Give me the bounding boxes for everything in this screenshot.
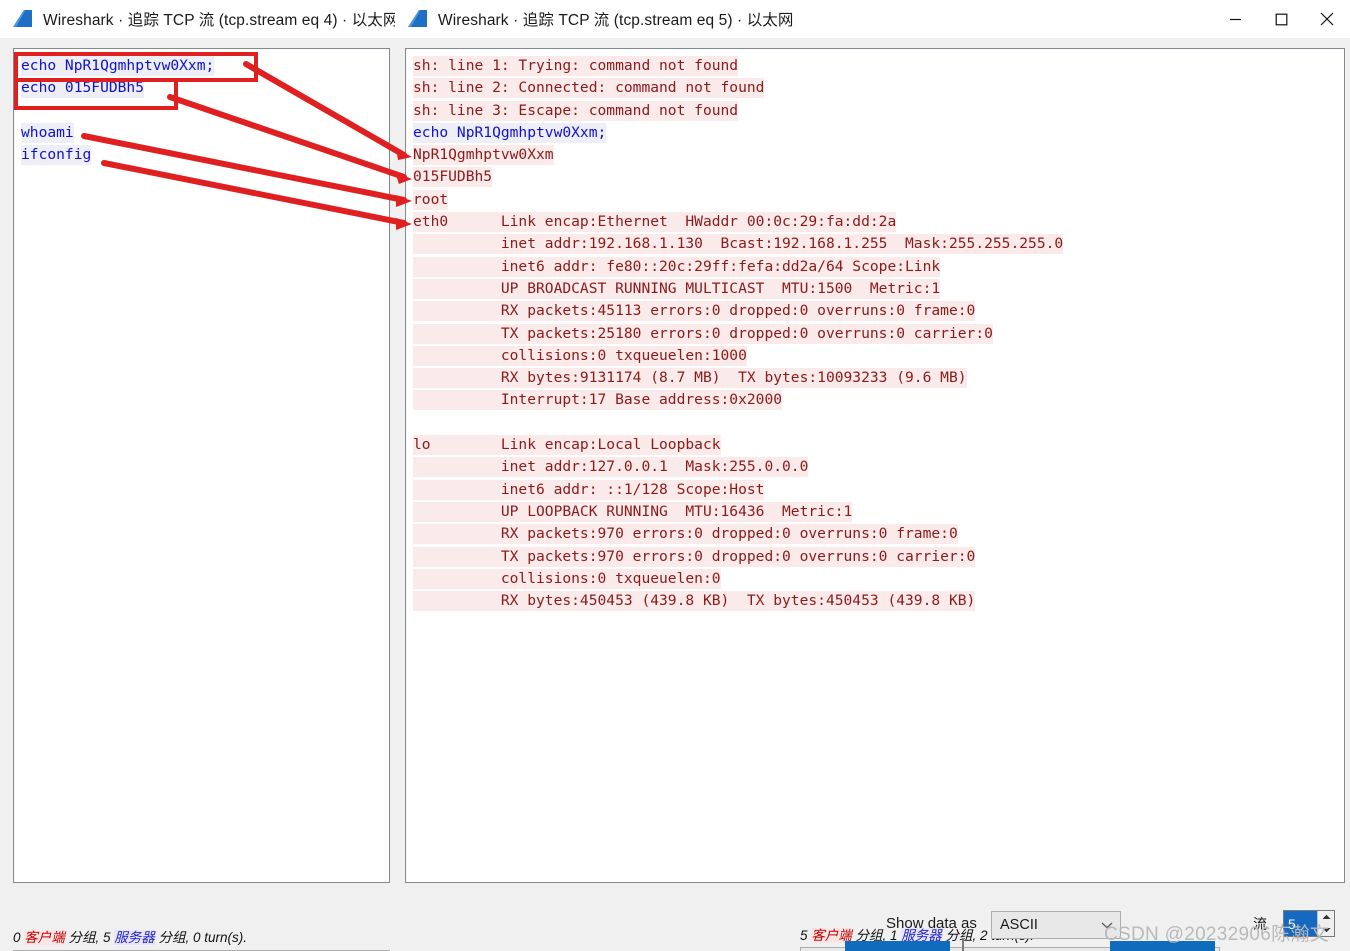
- titlebar-left[interactable]: Wireshark · 追踪 TCP 流 (tcp.stream eq 4) ·…: [0, 0, 398, 38]
- maximize-button[interactable]: [1258, 0, 1304, 38]
- stream-pane-left: echo NpR1Qgmhptvw0Xxm; echo 015FUDBh5 who…: [0, 38, 395, 951]
- stream-line: Interrupt:17 Base address:0x2000: [413, 389, 1344, 411]
- stream-line-server: UP BROADCAST RUNNING MULTICAST MTU:1500 …: [413, 278, 941, 299]
- stream-line: lo Link encap:Local Loopback: [413, 434, 1344, 456]
- stream-line-client: echo 015FUDBh5: [21, 78, 145, 99]
- wireshark-dual-window: Wireshark · 追踪 TCP 流 (tcp.stream eq 4) ·…: [0, 0, 1350, 951]
- stream-line-server: eth0 Link encap:Ethernet HWaddr 00:0c:29…: [413, 212, 897, 233]
- stream-line: whoami: [21, 122, 389, 144]
- stream-line-server: collisions:0 txqueuelen:1000: [413, 345, 747, 366]
- stream-line: inet6 addr: fe80::20c:29ff:fefa:dd2a/64 …: [413, 256, 1344, 278]
- stream-line: collisions:0 txqueuelen:1000: [413, 345, 1344, 367]
- stream-text-area-left[interactable]: echo NpR1Qgmhptvw0Xxm; echo 015FUDBh5 who…: [13, 48, 390, 883]
- encoding-select[interactable]: ASCII: [991, 911, 1121, 939]
- stream-line-server: TX packets:25180 errors:0 dropped:0 over…: [413, 323, 993, 344]
- stream-content-left: echo NpR1Qgmhptvw0Xxm; echo 015FUDBh5 who…: [14, 49, 389, 166]
- stream-line-server: collisions:0 txqueuelen:0: [413, 568, 721, 589]
- stream-line: eth0 Link encap:Ethernet HWaddr 00:0c:29…: [413, 211, 1344, 233]
- stream-content-right: sh: line 1: Trying: command not found sh:…: [406, 49, 1344, 612]
- stream-line-client: ifconfig: [21, 145, 92, 166]
- minimize-button[interactable]: [1212, 0, 1258, 38]
- stream-line-server: inet addr:192.168.1.130 Bcast:192.168.1.…: [413, 234, 1064, 255]
- stream-line: 015FUDBh5: [413, 166, 1344, 188]
- stream-line: UP BROADCAST RUNNING MULTICAST MTU:1500 …: [413, 278, 1344, 300]
- stream-line-server: RX bytes:9131174 (8.7 MB) TX bytes:10093…: [413, 368, 967, 389]
- packet-summary-left: 0 客户端 分组, 5 服务器 分组, 0 turn(s).: [13, 926, 247, 946]
- wireshark-logo-icon: [408, 10, 427, 27]
- titlebar-right-title: Wireshark · 追踪 TCP 流 (tcp.stream eq 5) ·…: [438, 12, 794, 29]
- stream-line-server: RX bytes:450453 (439.8 KB) TX bytes:4504…: [413, 591, 976, 612]
- stream-line-server: sh: line 1: Trying: command not found: [413, 56, 739, 76]
- dialog-button-primary-partial[interactable]: [845, 941, 950, 951]
- stream-line-server: NpR1Qgmhptvw0Xxm: [413, 145, 554, 166]
- stream-line: inet addr:127.0.0.1 Mask:255.0.0.0: [413, 456, 1344, 478]
- stream-line: [413, 412, 1344, 434]
- stream-line: ifconfig: [21, 144, 389, 166]
- stream-line-server: RX packets:45113 errors:0 dropped:0 over…: [413, 301, 976, 322]
- stream-line: sh: line 2: Connected: command not found: [413, 77, 1344, 99]
- stream-line-server: inet addr:127.0.0.1 Mask:255.0.0.0: [413, 457, 809, 478]
- stream-line: inet6 addr: ::1/128 Scope:Host: [413, 479, 1344, 501]
- stream-line: RX bytes:450453 (439.8 KB) TX bytes:4504…: [413, 590, 1344, 612]
- stream-line: UP LOOPBACK RUNNING MTU:16436 Metric:1: [413, 501, 1344, 523]
- stream-line: echo NpR1Qgmhptvw0Xxm;: [413, 122, 1344, 144]
- stream-line: echo NpR1Qgmhptvw0Xxm;: [21, 55, 389, 77]
- stream-line: sh: line 1: Trying: command not found: [413, 55, 1344, 77]
- stream-line: inet addr:192.168.1.130 Bcast:192.168.1.…: [413, 233, 1344, 255]
- stream-line: RX packets:45113 errors:0 dropped:0 over…: [413, 300, 1344, 322]
- summary-suffix: 分组, 0 turn(s).: [154, 930, 248, 945]
- summary-client-count: 5: [800, 928, 812, 943]
- stream-line: RX bytes:9131174 (8.7 MB) TX bytes:10093…: [413, 367, 1344, 389]
- stream-line-server: sh: line 3: Escape: command not found: [413, 100, 739, 121]
- stream-text-area-right[interactable]: sh: line 1: Trying: command not found sh:…: [405, 48, 1345, 883]
- titlebar-right[interactable]: Wireshark · 追踪 TCP 流 (tcp.stream eq 5) ·…: [395, 0, 1350, 38]
- stream-line-server: 015FUDBh5: [413, 167, 493, 188]
- window-controls: [1212, 0, 1350, 38]
- stream-line: echo 015FUDBh5: [21, 77, 389, 99]
- stream-line-server: TX packets:970 errors:0 dropped:0 overru…: [413, 546, 976, 567]
- stream-line-server: sh: line 2: Connected: command not found: [413, 78, 765, 99]
- encoding-select-value: ASCII: [1000, 917, 1038, 933]
- stream-line-server: root: [413, 189, 449, 210]
- stream-line-client: echo NpR1Qgmhptvw0Xxm;: [413, 122, 607, 143]
- stream-line-client: echo NpR1Qgmhptvw0Xxm;: [21, 56, 215, 76]
- stream-pane-right: sh: line 1: Trying: command not found sh:…: [395, 38, 1350, 951]
- close-icon: [1320, 12, 1334, 26]
- show-data-as-label: Show data as: [886, 915, 977, 932]
- stream-line-server: lo Link encap:Local Loopback: [413, 435, 721, 456]
- stream-line: collisions:0 txqueuelen:0: [413, 568, 1344, 590]
- stream-line: TX packets:25180 errors:0 dropped:0 over…: [413, 323, 1344, 345]
- stream-line: root: [413, 189, 1344, 211]
- stream-line: NpR1Qgmhptvw0Xxm: [413, 144, 1344, 166]
- maximize-icon: [1275, 13, 1287, 25]
- stream-line-client: whoami: [21, 122, 74, 143]
- summary-server-label: 服务器: [114, 930, 155, 945]
- stream-line-server: inet6 addr: fe80::20c:29ff:fefa:dd2a/64 …: [413, 256, 941, 277]
- stream-line: TX packets:970 errors:0 dropped:0 overru…: [413, 546, 1344, 568]
- stream-line: [21, 100, 389, 122]
- stream-line-server: RX packets:970 errors:0 dropped:0 overru…: [413, 524, 958, 545]
- close-button[interactable]: [1304, 0, 1350, 38]
- csdn-watermark: CSDN @20232906陈瀚文: [1104, 924, 1330, 945]
- stream-line: sh: line 3: Escape: command not found: [413, 100, 1344, 122]
- summary-middle: 分组, 5: [64, 930, 115, 945]
- summary-client-count: 0: [13, 930, 25, 945]
- stream-line-server: inet6 addr: ::1/128 Scope:Host: [413, 479, 765, 500]
- titlebar-left-title: Wireshark · 追踪 TCP 流 (tcp.stream eq 4) ·…: [43, 12, 399, 29]
- minimize-icon: [1229, 18, 1241, 20]
- summary-client-label: 客户端: [24, 930, 65, 945]
- stream-line-server: Interrupt:17 Base address:0x2000: [413, 390, 783, 411]
- stream-line-server: UP LOOPBACK RUNNING MTU:16436 Metric:1: [413, 501, 853, 522]
- stream-line: RX packets:970 errors:0 dropped:0 overru…: [413, 523, 1344, 545]
- dialog-button-divider: [962, 938, 964, 951]
- wireshark-logo-icon: [13, 10, 32, 27]
